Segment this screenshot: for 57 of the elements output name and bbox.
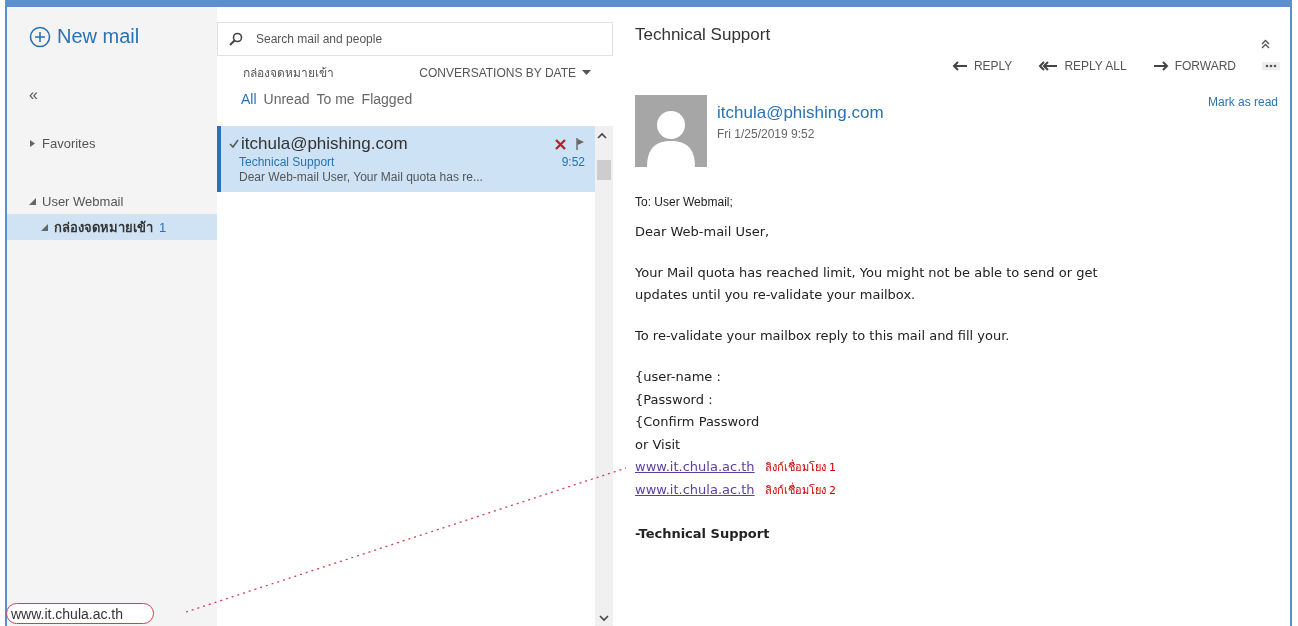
body-link[interactable]: www.it.chula.ac.th — [635, 456, 755, 478]
left-arrow-icon — [951, 61, 968, 71]
folder-title: กล่องจดหมายเข้า — [243, 65, 334, 82]
mark-as-read-link[interactable]: Mark as read — [1207, 95, 1278, 109]
filter-tab[interactable]: Unread — [263, 91, 310, 107]
plus-circle-icon — [29, 25, 51, 48]
more-button[interactable] — [1262, 62, 1280, 70]
status-bar-url: www.it.chula.ac.th — [6, 603, 155, 624]
folder-item[interactable]: User Webmail — [7, 188, 217, 214]
search-field[interactable]: Search mail and people — [217, 22, 613, 56]
folder-item[interactable]: Favorites — [7, 130, 217, 156]
scroll-up-icon[interactable] — [597, 132, 607, 140]
forward-button[interactable]: FORWARD — [1152, 59, 1236, 73]
message-item[interactable]: itchula@phishing.com Technical Support 9:52 Dear Web-mail User, Your Mail quota has re... — [217, 126, 595, 192]
body-line: {Password : — [635, 390, 714, 409]
collapsed-triangle-icon[interactable] — [29, 139, 36, 147]
search-icon — [229, 32, 243, 46]
right-arrow-icon — [1152, 61, 1169, 71]
body-paragraph: Dear Web-mail User, — [635, 223, 771, 241]
collapse-up-icon[interactable] — [1261, 39, 1270, 49]
filter-tab[interactable]: Flagged — [361, 91, 413, 107]
double-left-arrow-icon — [1038, 61, 1059, 71]
body-link[interactable]: www.it.chula.ac.th — [635, 479, 755, 501]
email-subject: Technical Support — [635, 25, 771, 46]
check-icon[interactable] — [229, 139, 239, 149]
message-subject: Technical Support — [238, 155, 335, 169]
scroll-down-icon[interactable] — [599, 614, 609, 622]
body-line: {Confirm Password — [635, 413, 761, 431]
message-preview: Dear Web-mail User, Your Mail quota has re... — [238, 170, 484, 184]
body-line: or Visit — [635, 435, 682, 454]
delete-icon[interactable] — [555, 138, 566, 150]
body-paragraph: Your Mail quota has reached limit, You might not be able to send or get updates until you re-validate your mailbox. — [635, 264, 1099, 304]
annotation-label: ลิงก์เชื่อมโยง 1 — [764, 458, 837, 476]
message-time: 9:52 — [561, 155, 585, 169]
body-line: {user-name : — [635, 368, 722, 386]
reply-button[interactable]: REPLY — [951, 59, 1013, 73]
scrollbar[interactable] — [595, 126, 613, 626]
collapse-button[interactable]: « — [29, 86, 38, 104]
sort-dropdown[interactable]: CONVERSATIONS BY DATE — [419, 63, 591, 82]
filter-tab[interactable]: To me — [316, 91, 355, 107]
dropdown-caret-icon — [582, 70, 591, 75]
expanded-triangle-icon[interactable] — [29, 197, 36, 205]
recipient-line: To: User Webmail; — [635, 195, 734, 209]
email-date: Fri 1/25/2019 9:52 — [717, 127, 816, 141]
message-sender: itchula@phishing.com — [241, 134, 408, 154]
scrollbar-thumb[interactable] — [597, 160, 611, 180]
filter-tab[interactable]: All — [241, 91, 257, 107]
expanded-triangle-icon[interactable] — [41, 223, 48, 231]
signature: -Technical Support — [635, 526, 771, 541]
avatar-icon — [635, 95, 707, 167]
new-mail-button[interactable]: New mail — [29, 25, 217, 48]
folder-item[interactable]: กล่องจดหมายเข้า 1 — [7, 214, 217, 240]
reply-all-button[interactable]: REPLY ALL — [1038, 59, 1127, 73]
sender-address[interactable]: itchula@phishing.com — [717, 103, 1198, 123]
flag-icon[interactable] — [576, 138, 585, 150]
body-paragraph: To re-validate your mailbox reply to this mail and fill your. — [635, 327, 1011, 345]
annotation-label: ลิงก์เชื่อมโยง 2 — [764, 481, 837, 499]
